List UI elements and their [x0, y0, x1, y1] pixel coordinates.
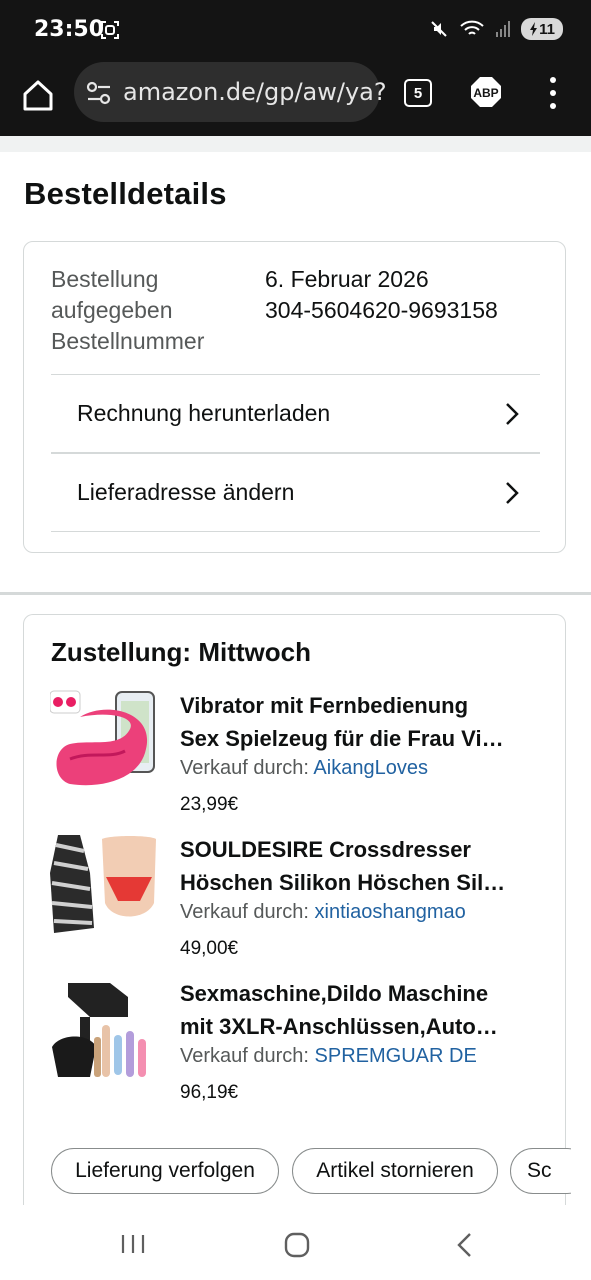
status-time: 23:50	[34, 17, 105, 42]
tab-switcher-button[interactable]: 5	[404, 79, 432, 107]
product-name[interactable]: SOULDESIRE Crossdresser Höschen Silikon …	[180, 833, 540, 899]
product-name-line: Sex Spielzeug für die Frau Vi…	[180, 726, 504, 751]
page-top-strip	[0, 136, 591, 152]
status-bar: 23:50 11	[0, 0, 591, 62]
order-info-card: Bestellung aufgegeben Bestellnummer 6. F…	[23, 241, 566, 553]
battery-level: 11	[539, 20, 555, 38]
signal-icon	[496, 21, 510, 37]
seller-prefix: Verkauf durch:	[180, 757, 314, 779]
product-price: 96,19€	[180, 1082, 239, 1103]
product-name-line: mit 3XLR-Anschlüssen,Auto…	[180, 1014, 498, 1039]
system-nav-bar	[0, 1205, 591, 1280]
seller-link[interactable]: AikangLoves	[313, 757, 428, 779]
address-bar[interactable]: amazon.de/gp/aw/ya?	[74, 62, 387, 122]
adblock-icon[interactable]: ABP	[470, 76, 502, 108]
order-number: 304-5604620-9693158	[265, 297, 498, 323]
change-address-link[interactable]: Lieferadresse ändern	[51, 452, 540, 530]
change-address-label: Lieferadresse ändern	[77, 478, 295, 505]
browser-toolbar: amazon.de/gp/aw/ya? 5 ABP	[0, 62, 591, 136]
cancel-items-button[interactable]: Artikel stornieren	[292, 1148, 498, 1194]
divider	[51, 531, 540, 532]
delivery-title: Zustellung: Mittwoch	[51, 637, 311, 667]
order-label: Bestellung	[51, 266, 159, 292]
mute-icon	[431, 21, 447, 37]
seller-line: Verkauf durch: AikangLoves	[180, 757, 428, 780]
product-image[interactable]	[50, 689, 156, 795]
order-date: 6. Februar 2026	[265, 266, 429, 292]
order-labels: Bestellung aufgegeben Bestellnummer	[51, 264, 241, 357]
menu-icon[interactable]	[543, 77, 563, 109]
order-item[interactable]: Sexmaschine,Dildo Maschine mit 3XLR-Ansc…	[50, 977, 540, 1107]
product-name-line: SOULDESIRE Crossdresser	[180, 837, 471, 862]
bolt-icon	[530, 22, 538, 36]
chevron-right-icon	[506, 482, 519, 504]
product-name-line: Höschen Silikon Höschen Sil…	[180, 870, 506, 895]
product-name-line: Sexmaschine,Dildo Maschine	[180, 981, 489, 1006]
product-name[interactable]: Sexmaschine,Dildo Maschine mit 3XLR-Ansc…	[180, 977, 540, 1043]
section-divider	[0, 592, 591, 595]
home-nav-icon[interactable]	[284, 1232, 310, 1258]
seller-link[interactable]: SPREMGUAR DE	[315, 1045, 477, 1067]
action-buttons: Lieferung verfolgen Artikel stornieren S…	[51, 1148, 571, 1198]
home-icon[interactable]	[18, 76, 58, 116]
product-price: 49,00€	[180, 938, 239, 959]
back-icon[interactable]	[455, 1232, 473, 1258]
url-text[interactable]: amazon.de/gp/aw/ya?	[123, 78, 387, 106]
seller-line: Verkauf durch: SPREMGUAR DE	[180, 1045, 477, 1068]
recent-apps-icon[interactable]	[120, 1233, 146, 1255]
track-delivery-button[interactable]: Lieferung verfolgen	[51, 1148, 279, 1194]
seller-prefix: Verkauf durch:	[180, 1045, 315, 1067]
wifi-icon	[460, 20, 484, 35]
product-image[interactable]	[50, 977, 156, 1083]
chevron-right-icon	[506, 403, 519, 425]
seller-prefix: Verkauf durch:	[180, 901, 315, 923]
status-icons: 11	[429, 18, 563, 40]
download-invoice-label: Rechnung herunterladen	[77, 400, 331, 426]
product-price: 23,99€	[180, 794, 239, 815]
order-label: aufgegeben	[51, 297, 173, 323]
seller-line: Verkauf durch: xintiaoshangmao	[180, 901, 466, 924]
delivery-card: Zustellung: Mittwoch Vibrator mit Fernbe…	[23, 614, 571, 1234]
site-settings-icon[interactable]	[86, 80, 112, 106]
product-name[interactable]: Vibrator mit Fernbedienung Sex Spielzeug…	[180, 689, 540, 755]
download-invoice-link[interactable]: Rechnung herunterladen	[51, 374, 540, 452]
order-item[interactable]: SOULDESIRE Crossdresser Höschen Silikon …	[50, 833, 540, 963]
more-action-button[interactable]: Sc	[510, 1148, 571, 1194]
adblock-label: ABP	[473, 86, 498, 100]
product-image[interactable]	[50, 833, 156, 939]
seller-link[interactable]: xintiaoshangmao	[315, 901, 466, 923]
order-item[interactable]: Vibrator mit Fernbedienung Sex Spielzeug…	[50, 689, 540, 819]
product-name-line: Vibrator mit Fernbedienung	[180, 693, 469, 718]
page-title: Bestelldetails	[24, 176, 227, 211]
order-values: 6. Februar 2026 304-5604620-9693158	[265, 264, 498, 326]
battery-charging-icon: 11	[521, 18, 563, 40]
screenshot-icon	[101, 21, 119, 39]
order-label: Bestellnummer	[51, 328, 205, 354]
